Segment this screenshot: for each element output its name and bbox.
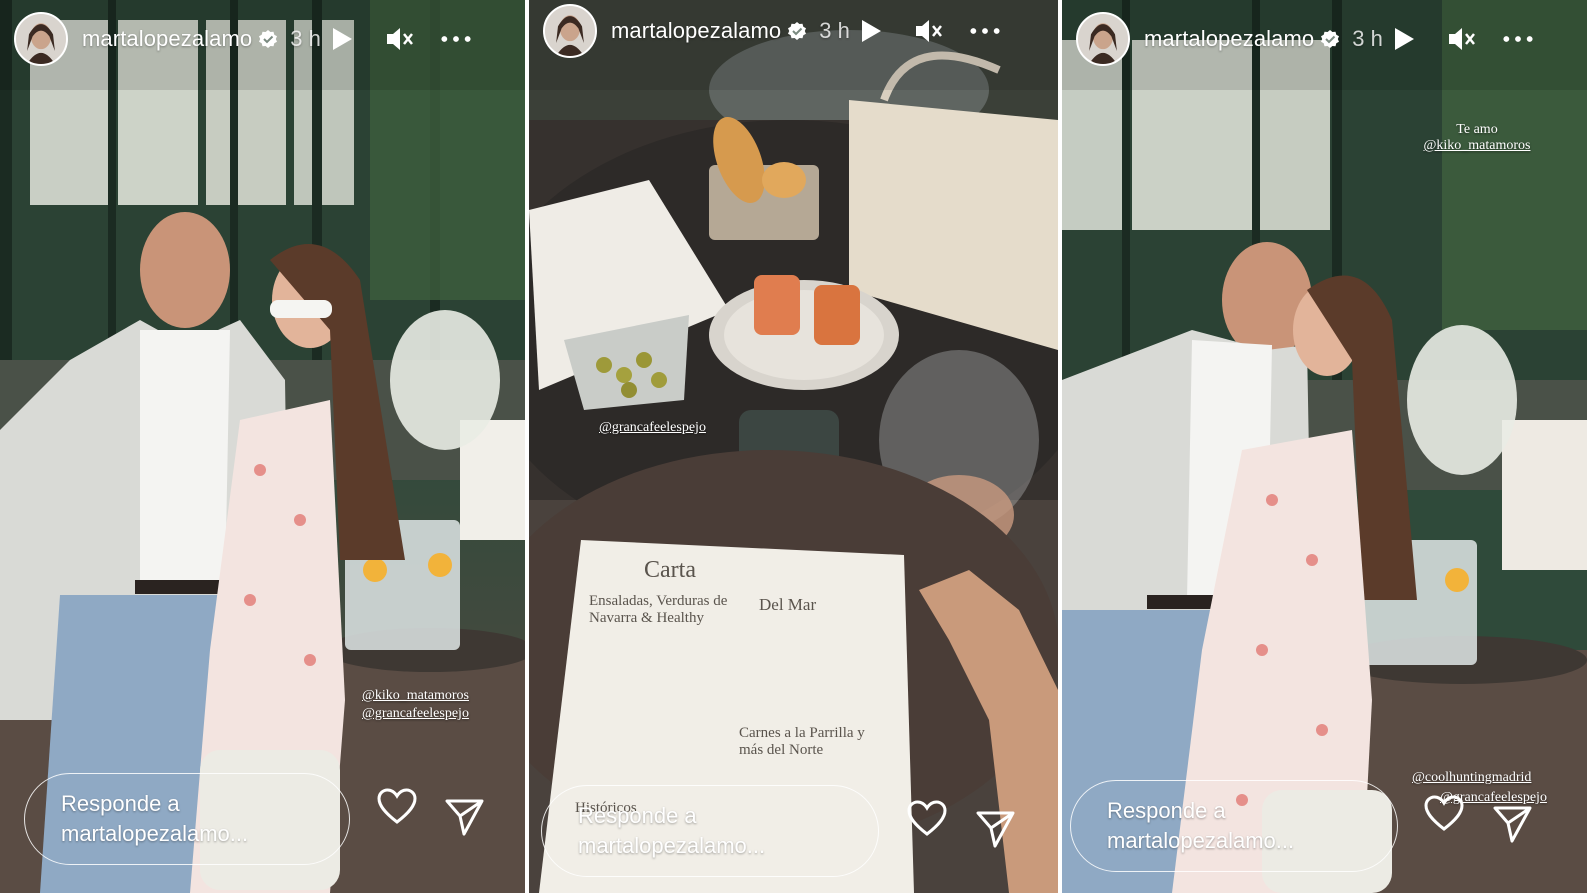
story-username[interactable]: martalopezalamo <box>1144 26 1314 52</box>
story-header: martalopezalamo 3 h <box>543 2 1044 60</box>
profile-avatar[interactable] <box>543 4 597 58</box>
reply-placeholder-line2: martalopezalamo... <box>1107 828 1295 853</box>
muted-speaker-icon[interactable] <box>1447 24 1477 54</box>
heart-icon[interactable] <box>1423 793 1465 835</box>
reply-placeholder-line1: Responde a <box>61 791 180 816</box>
verified-badge-icon <box>259 30 278 48</box>
reply-input[interactable]: Responde a martalopezalamo... <box>1070 780 1398 872</box>
story-header: martalopezalamo 3 h <box>1076 10 1573 68</box>
menu-section-meats: Carnes a la Parrilla y más del Norte <box>739 725 865 758</box>
mention-sticker[interactable]: @grancafeelespejo <box>599 420 706 436</box>
play-icon[interactable] <box>856 16 886 46</box>
menu-section-salads: Ensaladas, Verduras de Navarra & Healthy <box>589 593 728 626</box>
reply-placeholder-line1: Responde a <box>1107 798 1226 823</box>
more-options-icon[interactable] <box>1503 24 1533 54</box>
reply-input[interactable]: Responde a martalopezalamo... <box>541 785 879 877</box>
story-header: martalopezalamo 3 h <box>14 10 511 68</box>
send-icon[interactable] <box>975 808 1017 850</box>
story-username[interactable]: martalopezalamo <box>82 26 252 52</box>
story-photo-couple <box>0 0 525 893</box>
story-panel-2[interactable]: Carta Ensaladas, Verduras de Navarra & H… <box>529 0 1058 893</box>
reply-placeholder-line1: Responde a <box>578 803 697 828</box>
play-icon[interactable] <box>1389 24 1419 54</box>
story-panel-3[interactable]: martalopezalamo 3 h Te amo @kiko_matamor… <box>1062 0 1587 893</box>
caption-text: Te amo <box>1456 122 1498 137</box>
profile-avatar[interactable] <box>14 12 68 66</box>
heart-icon[interactable] <box>376 786 418 828</box>
reply-input[interactable]: Responde a martalopezalamo... <box>24 773 350 865</box>
more-options-icon[interactable] <box>441 24 471 54</box>
mention-sticker[interactable]: @coolhuntingmadrid <box>1412 770 1531 786</box>
play-icon[interactable] <box>327 24 357 54</box>
mention-sticker[interactable]: @kiko_matamoros <box>362 688 469 704</box>
reply-placeholder-line2: martalopezalamo... <box>61 821 249 846</box>
menu-section-sea: Del Mar <box>759 595 817 614</box>
verified-badge-icon <box>1321 30 1340 48</box>
story-panel-1[interactable]: martalopezalamo 3 h @kiko_matamoros @gra… <box>0 0 525 893</box>
more-options-icon[interactable] <box>970 16 1000 46</box>
reply-placeholder-line2: martalopezalamo... <box>578 833 766 858</box>
profile-avatar[interactable] <box>1076 12 1130 66</box>
muted-speaker-icon[interactable] <box>914 16 944 46</box>
verified-badge-icon <box>788 22 807 40</box>
story-caption: Te amo @kiko_matamoros <box>1412 122 1542 154</box>
heart-icon[interactable] <box>906 798 948 840</box>
send-icon[interactable] <box>444 796 486 838</box>
muted-speaker-icon[interactable] <box>385 24 415 54</box>
story-username[interactable]: martalopezalamo <box>611 18 781 44</box>
story-time: 3 h <box>290 26 321 51</box>
story-time: 3 h <box>1352 26 1383 51</box>
send-icon[interactable] <box>1492 803 1534 845</box>
mention-sticker[interactable]: @grancafeelespejo <box>362 706 469 722</box>
caption-mention[interactable]: @kiko_matamoros <box>1412 138 1542 154</box>
menu-title: Carta <box>644 557 696 583</box>
story-time: 3 h <box>819 18 850 43</box>
